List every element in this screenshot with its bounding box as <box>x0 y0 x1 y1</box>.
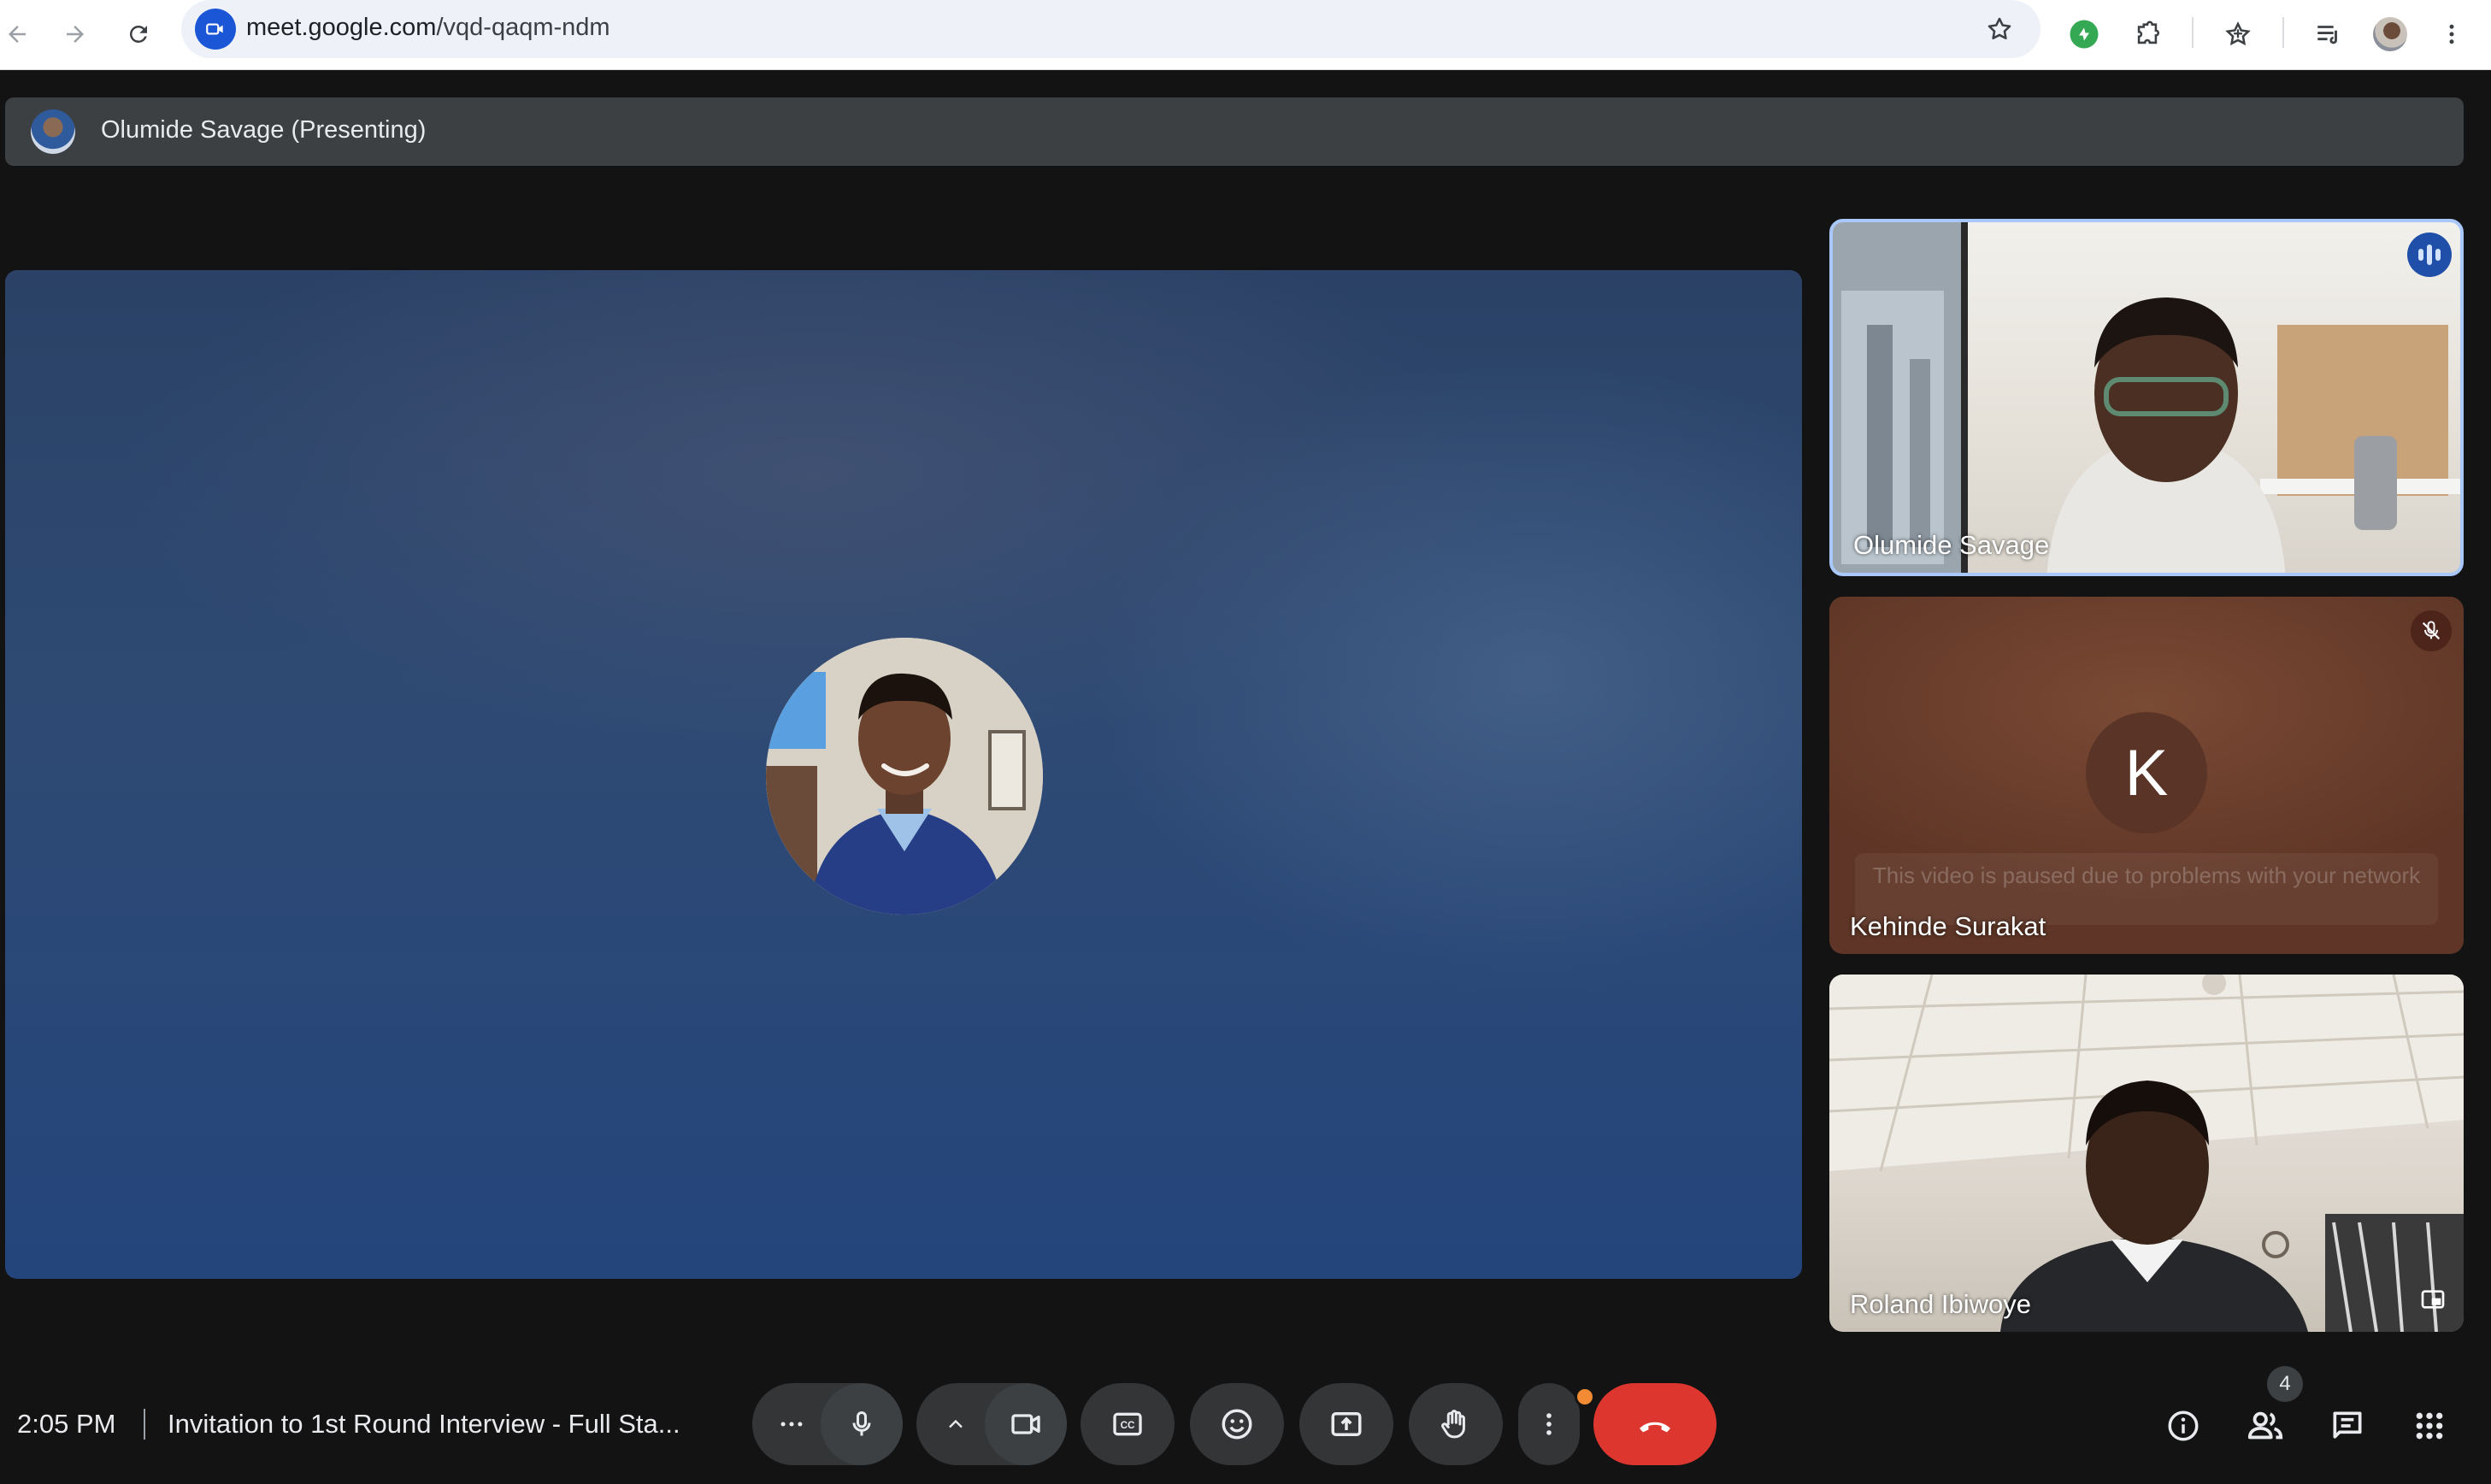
meeting-clock: 2:05 PM <box>17 1409 116 1439</box>
meeting-details-icon[interactable] <box>2156 1399 2211 1453</box>
more-options-button[interactable] <box>1518 1383 1580 1465</box>
present-screen-button[interactable] <box>1299 1383 1393 1465</box>
chat-icon[interactable] <box>2320 1399 2375 1453</box>
speaking-indicator-icon <box>2407 233 2452 277</box>
bookmarks-icon[interactable] <box>2214 10 2262 58</box>
url-host: meet.google.com <box>246 14 437 41</box>
picture-in-picture-icon[interactable] <box>2416 1282 2450 1316</box>
profile-avatar[interactable] <box>2366 10 2414 58</box>
bottom-bar-divider <box>144 1409 145 1440</box>
presenting-label: Olumide Savage (Presenting) <box>101 116 427 144</box>
bookmark-star-icon[interactable] <box>1981 10 2018 48</box>
svg-text:CC: CC <box>1121 1420 1135 1431</box>
meet-camera-icon <box>195 9 236 50</box>
presenter-profile-photo <box>766 638 1043 915</box>
meeting-title: Invitation to 1st Round Interview - Full… <box>168 1409 680 1439</box>
address-bar[interactable]: meet.google.com/vqd-qaqm-ndm <box>181 0 2040 58</box>
url-text: meet.google.com/vqd-qaqm-ndm <box>246 14 610 42</box>
presenter-avatar <box>31 109 75 154</box>
participant-initial-avatar: K <box>2086 712 2207 833</box>
participant-video <box>1829 975 2464 1332</box>
microphone-button[interactable] <box>821 1383 903 1465</box>
toolbar-divider <box>2282 17 2284 48</box>
reading-list-icon[interactable] <box>2305 10 2353 58</box>
activities-grid-icon[interactable] <box>2402 1399 2457 1453</box>
raise-hand-button[interactable] <box>1409 1383 1503 1465</box>
people-count-badge: 4 <box>2267 1366 2303 1402</box>
chrome-menu-icon[interactable] <box>2428 10 2476 58</box>
presenting-banner: Olumide Savage (Presenting) <box>5 97 2464 166</box>
notification-dot <box>1575 1387 1595 1407</box>
leave-call-button[interactable] <box>1593 1383 1717 1465</box>
emoji-reactions-button[interactable] <box>1190 1383 1284 1465</box>
people-icon[interactable] <box>2238 1399 2293 1453</box>
extension-green-icon[interactable] <box>2060 10 2108 58</box>
participant-video <box>1833 222 2460 573</box>
participant-name: Kehinde Surakat <box>1850 911 2046 941</box>
captions-button[interactable]: CC <box>1081 1383 1175 1465</box>
participant-name: Roland Ibiwoye <box>1850 1289 2031 1319</box>
participant-tile[interactable]: K This video is paused due to problems w… <box>1829 597 2464 954</box>
presentation-stage[interactable] <box>5 270 1802 1279</box>
url-path: /vqd-qaqm-ndm <box>436 14 610 41</box>
participant-name: Olumide Savage <box>1853 530 2050 560</box>
audio-options-button[interactable] <box>757 1383 826 1465</box>
camera-button[interactable] <box>985 1383 1067 1465</box>
browser-toolbar: meet.google.com/vqd-qaqm-ndm <box>0 0 2491 70</box>
toolbar-divider <box>2192 17 2194 48</box>
puzzle-extensions-icon[interactable] <box>2123 10 2171 58</box>
participant-tile[interactable]: Roland Ibiwoye <box>1829 975 2464 1332</box>
forward-arrow-icon[interactable] <box>53 12 97 56</box>
participant-tile[interactable]: Olumide Savage <box>1829 219 2464 576</box>
reload-icon[interactable] <box>116 12 161 56</box>
mic-muted-icon <box>2411 610 2452 651</box>
back-arrow-icon[interactable] <box>0 12 39 56</box>
video-options-chevron-icon[interactable] <box>922 1383 990 1465</box>
